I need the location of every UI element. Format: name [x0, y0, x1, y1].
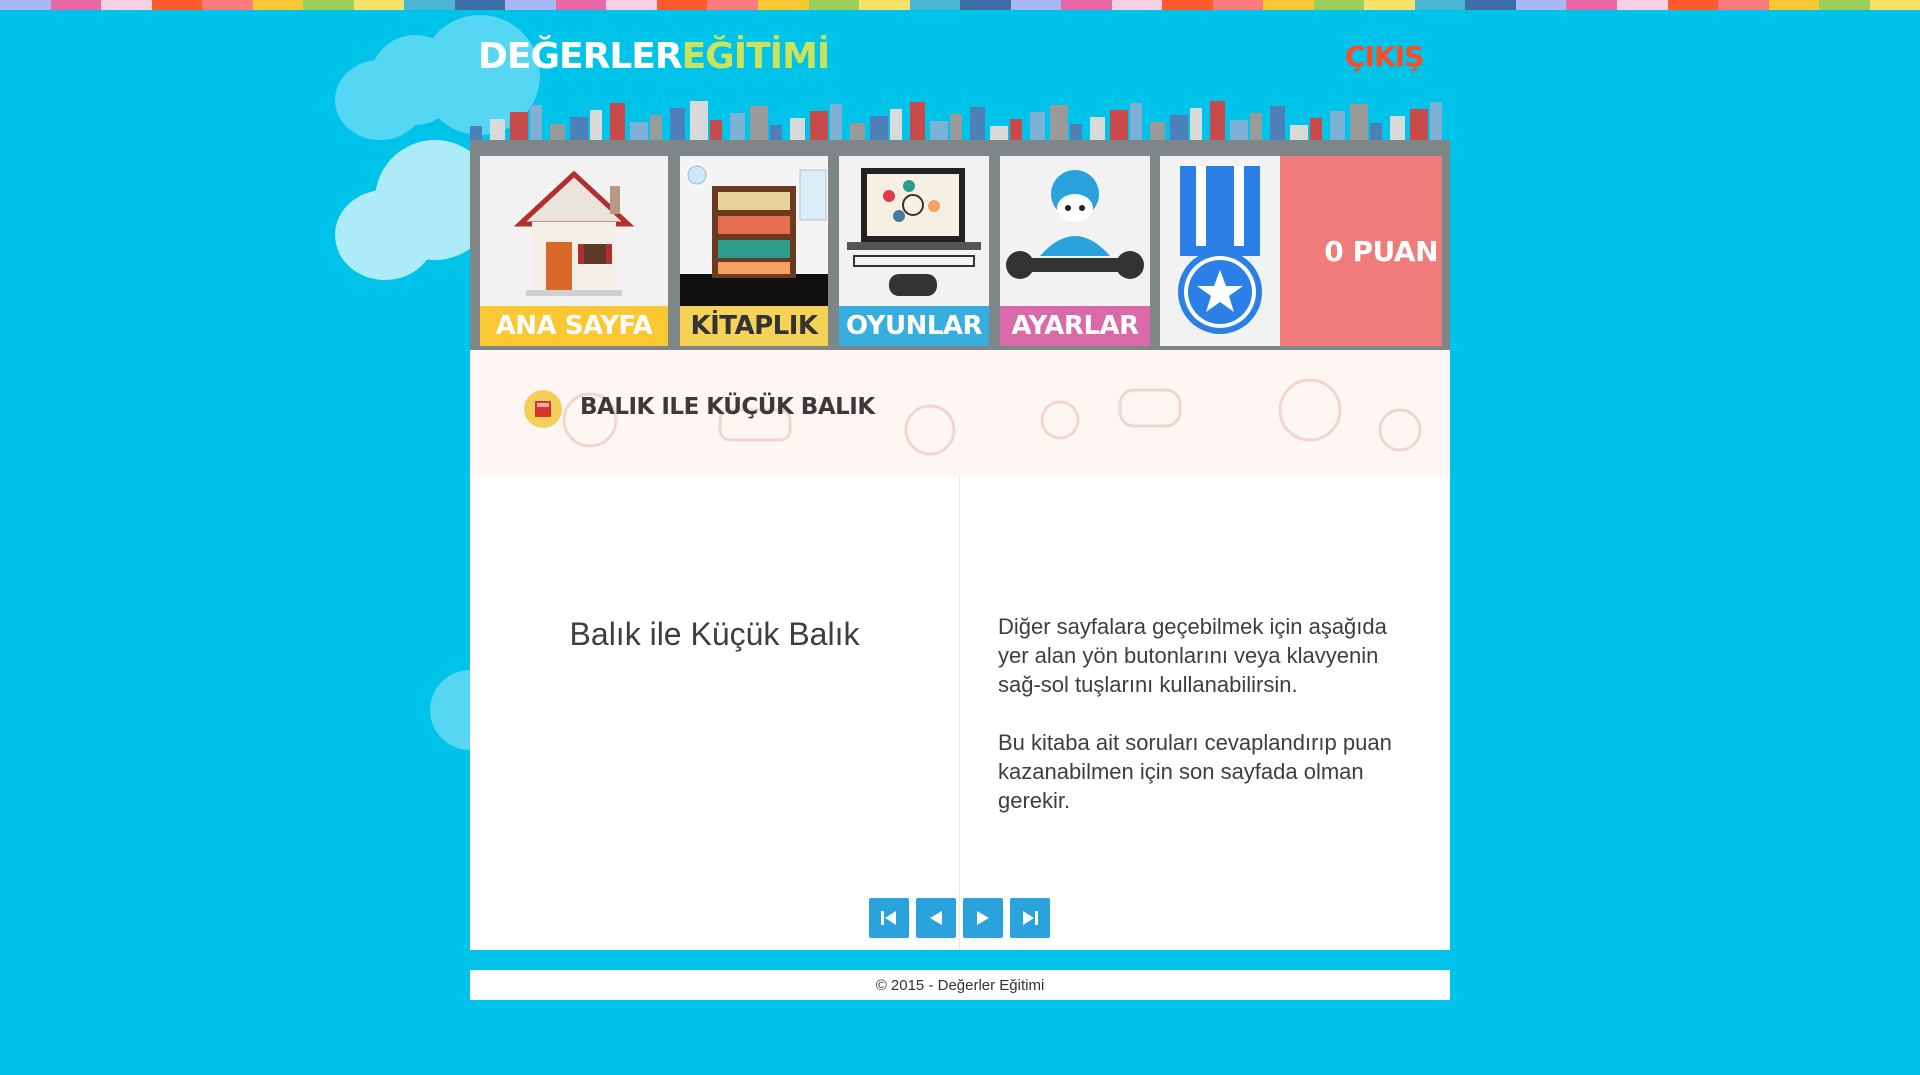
top-color-stripe: [0, 0, 1920, 10]
building-shape: [770, 125, 782, 140]
laptop-games-icon: [847, 168, 981, 296]
city-skyline-illustration: [470, 101, 1450, 148]
medal-icon: [1178, 166, 1262, 334]
building-shape: [1310, 118, 1322, 140]
building-shape: [1410, 109, 1428, 140]
building-shape: [1290, 125, 1308, 140]
building-shape: [1030, 112, 1045, 140]
building-shape: [550, 124, 565, 140]
menu-item-settings-label: AYARLAR: [1000, 306, 1150, 346]
book-icon: [524, 390, 562, 428]
building-shape: [690, 101, 708, 140]
book-title: BALIK ILE KÜÇÜK BALIK: [580, 394, 875, 420]
building-shape: [1050, 105, 1068, 140]
building-shape: [730, 113, 745, 140]
building-shape: [1430, 102, 1442, 140]
bookshelf-icon: [680, 165, 828, 306]
building-shape: [670, 108, 685, 140]
play-right-icon: [977, 911, 989, 925]
building-shape: [970, 107, 985, 140]
building-shape: [1250, 113, 1262, 140]
building-shape: [1350, 104, 1368, 140]
next-page-button[interactable]: [963, 898, 1003, 938]
building-shape: [510, 112, 528, 140]
menu-item-settings[interactable]: AYARLAR: [1000, 156, 1150, 346]
menu-item-library[interactable]: KİTAPLIK: [680, 156, 828, 346]
copyright-text: © 2015 - Değerler Eğitimi: [875, 976, 1045, 994]
menu-item-games-label: OYUNLAR: [839, 306, 989, 346]
page-navigation: [869, 898, 1050, 938]
building-shape: [750, 106, 768, 140]
building-shape: [790, 118, 805, 140]
building-shape: [530, 105, 542, 140]
score-tile: 0 PUAN: [1280, 156, 1442, 346]
footer: © 2015 - Değerler Eğitimi: [470, 970, 1450, 1000]
building-shape: [1330, 111, 1345, 140]
logo-word-values: DEĞERLER: [478, 35, 683, 77]
building-shape: [930, 121, 948, 140]
building-shape: [870, 116, 888, 140]
book-reader: BALIK ILE KÜÇÜK BALIK Balık ile Küçük Ba…: [470, 350, 1450, 950]
skip-forward-icon: [1023, 911, 1038, 925]
score-label: 0 PUAN: [1324, 234, 1438, 268]
left-page-title: Balık ile Küçük Balık: [569, 616, 860, 652]
building-shape: [850, 123, 865, 140]
building-shape: [650, 115, 662, 140]
building-shape: [1150, 122, 1165, 140]
building-shape: [890, 109, 902, 140]
menu-item-home-label: ANA SAYFA: [480, 306, 668, 346]
house-icon: [513, 170, 635, 296]
last-page-button[interactable]: [1010, 898, 1050, 938]
menu-item-library-label: KİTAPLIK: [680, 306, 828, 346]
building-shape: [1210, 101, 1225, 140]
building-shape: [1010, 119, 1022, 140]
building-shape: [570, 117, 588, 140]
instruction-paragraph: Bu kitaba ait soruları cevaplandırıp pua…: [998, 730, 1392, 813]
building-shape: [490, 119, 505, 140]
building-shape: [1370, 123, 1382, 140]
previous-page-button[interactable]: [916, 898, 956, 938]
mechanic-icon: [1006, 170, 1144, 279]
building-shape: [1230, 120, 1248, 140]
play-left-icon: [930, 911, 942, 925]
logout-button[interactable]: ÇIKIŞ: [1345, 40, 1424, 73]
building-shape: [470, 126, 482, 140]
building-shape: [1130, 103, 1142, 140]
logo-word-education: EĞİTİMİ: [681, 35, 831, 77]
building-shape: [1390, 116, 1405, 140]
menu-item-medal[interactable]: [1160, 156, 1280, 346]
skip-back-icon: [881, 911, 896, 925]
menu-item-home[interactable]: ANA SAYFA: [480, 156, 668, 346]
page-divider: [959, 476, 960, 950]
building-shape: [1070, 124, 1082, 140]
right-page-text: Diğer sayfalara geçebilmek için aşağıda …: [998, 612, 1418, 844]
book-title-banner: BALIK ILE KÜÇÜK BALIK: [470, 350, 1450, 476]
building-shape: [950, 114, 962, 140]
building-shape: [710, 120, 722, 140]
app-logo[interactable]: DEĞERLER EĞİTİMİ: [478, 32, 831, 80]
building-shape: [1170, 115, 1188, 140]
building-shape: [990, 126, 1008, 140]
building-shape: [590, 110, 602, 140]
building-shape: [910, 102, 925, 140]
building-shape: [1110, 110, 1128, 140]
building-shape: [1270, 106, 1285, 140]
instruction-paragraph: Diğer sayfalara geçebilmek için aşağıda …: [998, 614, 1387, 697]
building-shape: [630, 122, 648, 140]
menu-item-games[interactable]: OYUNLAR: [839, 156, 989, 346]
first-page-button[interactable]: [869, 898, 909, 938]
building-shape: [610, 103, 625, 140]
building-shape: [1190, 108, 1202, 140]
building-shape: [830, 104, 842, 140]
building-shape: [810, 111, 828, 140]
building-shape: [1090, 117, 1105, 140]
